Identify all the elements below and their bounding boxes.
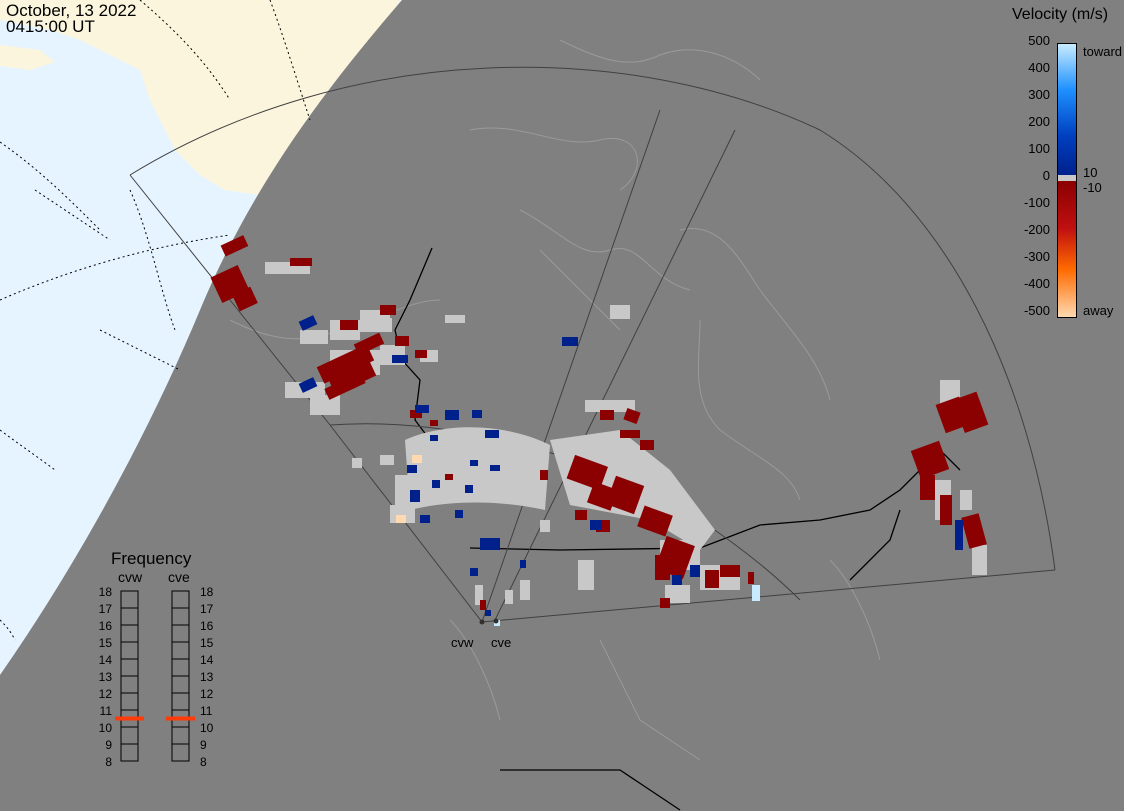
freq-right-17: 17: [200, 602, 214, 616]
freq-cell-cvw: [120, 590, 139, 609]
freq-label-cvw: cvw: [118, 569, 143, 585]
cb-tick-m400: -400: [1023, 276, 1050, 291]
frequency-title: Frequency: [111, 549, 192, 568]
freq-cell-cvw: [120, 743, 139, 762]
freq-cell-cvw: [120, 726, 139, 745]
freq-left-18: 18: [98, 585, 112, 599]
freq-marker-cvw: [115, 716, 144, 721]
freq-right-13: 13: [200, 670, 214, 684]
freq-left-11: 11: [99, 704, 112, 718]
colorbar-away: [1058, 181, 1076, 317]
cb-tick-m100: -100: [1023, 195, 1050, 210]
freq-cell-cve: [171, 675, 190, 694]
freq-cell-cve: [171, 641, 190, 660]
freq-cell-cve: [171, 658, 190, 677]
freq-right-10: 10: [200, 721, 214, 735]
cb-tick-m500: -500: [1023, 303, 1050, 318]
colorbar: [1057, 43, 1077, 318]
freq-cell-cve: [171, 590, 190, 609]
cb-tick-10: 10: [1083, 165, 1098, 180]
cb-tick-m300: -300: [1023, 249, 1050, 264]
cb-tick-400: 400: [1028, 60, 1050, 75]
freq-right-15: 15: [200, 636, 214, 650]
freq-right-14: 14: [200, 653, 214, 667]
freq-cell-cvw: [120, 607, 139, 626]
freq-cell-cvw: [120, 692, 139, 711]
freq-right-11: 11: [200, 704, 213, 718]
freq-cell-cve: [171, 624, 190, 643]
cb-tick-0: 0: [1042, 168, 1050, 183]
freq-left-14: 14: [98, 653, 112, 667]
freq-label-cve: cve: [168, 569, 190, 585]
freq-right-9: 9: [200, 738, 207, 752]
cb-away-label: away: [1083, 303, 1114, 318]
freq-left-13: 13: [98, 670, 112, 684]
freq-right-8: 8: [200, 755, 207, 769]
freq-cell-cvw: [120, 658, 139, 677]
freq-cell-cve: [171, 692, 190, 711]
radar-site-cvw: [479, 619, 485, 625]
cb-tick-m200: -200: [1023, 222, 1050, 237]
radar-label-cve: cve: [491, 635, 512, 650]
freq-left-9: 9: [105, 738, 112, 752]
radar-label-cvw: cvw: [451, 635, 474, 650]
freq-right-16: 16: [200, 619, 214, 633]
cb-toward-label: toward: [1083, 44, 1123, 59]
freq-left-8: 8: [105, 755, 112, 769]
freq-left-10: 10: [98, 721, 112, 735]
time-label: 0415:00 UT: [6, 17, 95, 36]
cb-tick-100: 100: [1028, 141, 1050, 156]
freq-cell-cvw: [120, 675, 139, 694]
freq-marker-cve: [166, 716, 195, 721]
freq-left-12: 12: [98, 687, 112, 701]
radar-site-cve: [493, 618, 499, 624]
freq-cell-cvw: [120, 624, 139, 643]
cb-tick-200: 200: [1028, 114, 1050, 129]
cb-tick-300: 300: [1028, 87, 1050, 102]
colorbar-title: Velocity (m/s): [1012, 6, 1109, 23]
colorbar-ground-scatter: [1058, 175, 1076, 181]
freq-left-15: 15: [98, 636, 112, 650]
freq-cell-cve: [171, 607, 190, 626]
freq-left-17: 17: [98, 602, 112, 616]
freq-right-12: 12: [200, 687, 214, 701]
freq-left-16: 16: [98, 619, 112, 633]
cb-tick-m10: -10: [1083, 180, 1102, 195]
cb-tick-500: 500: [1028, 33, 1050, 48]
frequency-panel: [115, 590, 195, 762]
radar-plot: October, 13 2022 0415:00 UT cvw cve Velo…: [0, 0, 1124, 811]
freq-cell-cvw: [120, 641, 139, 660]
freq-cell-cve: [171, 743, 190, 762]
freq-cell-cve: [171, 726, 190, 745]
colorbar-toward: [1058, 44, 1076, 175]
freq-right-18: 18: [200, 585, 214, 599]
